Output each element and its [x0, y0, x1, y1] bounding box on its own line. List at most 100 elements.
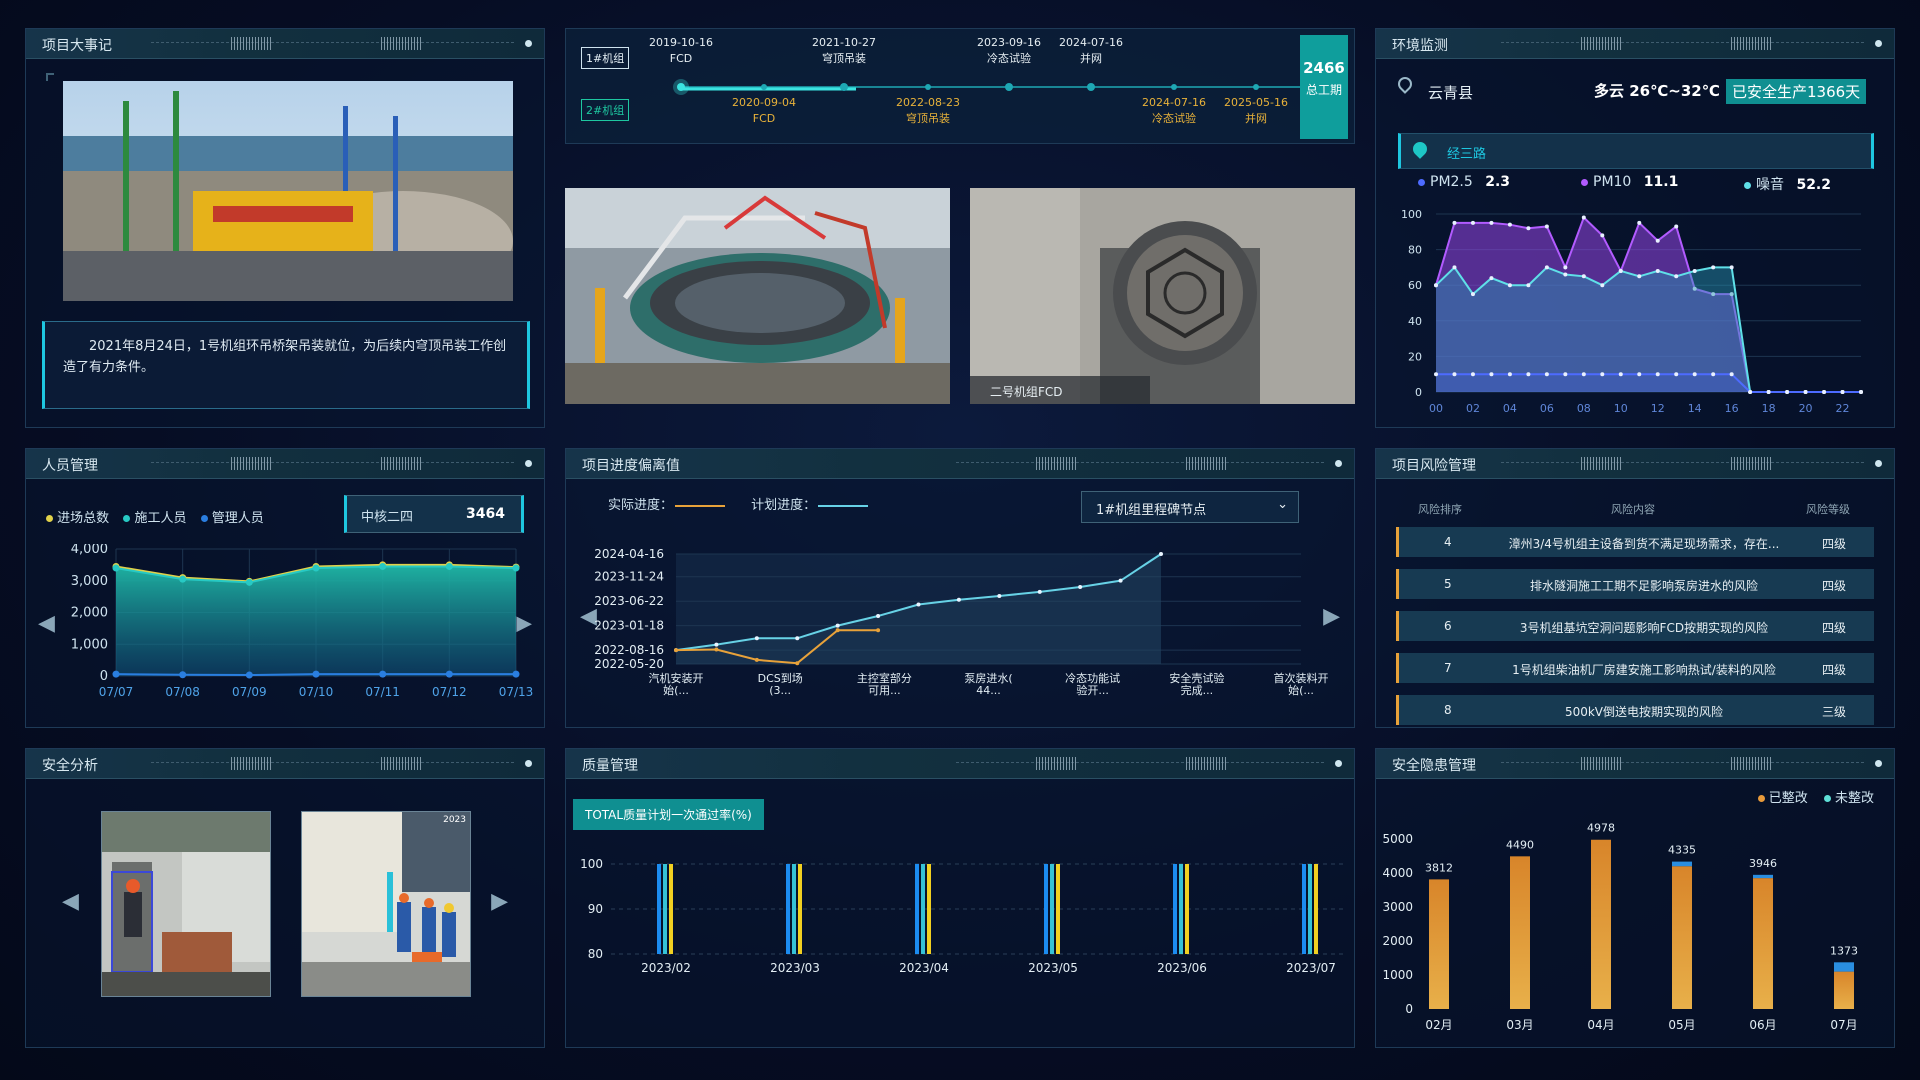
data-point [1507, 372, 1512, 377]
x-tick-label: 14 [1688, 402, 1702, 415]
event-caption: 2021年8月24日，1号机组环吊桥架吊装就位，为后续内穹顶吊装工作创造了有力条… [63, 339, 507, 375]
photo-construction-dome[interactable] [565, 188, 950, 404]
x-tick-label: 泵房进水(44... [964, 672, 1012, 697]
header-content: 风险内容 [1611, 503, 1655, 516]
camera-feed-2[interactable]: 2023 [301, 811, 471, 997]
y-tick-label: 100 [580, 857, 603, 871]
risk-row[interactable]: 6 3号机组基坑空洞问题影响FCD按期实现的风险 四级 [1396, 611, 1874, 641]
risk-row[interactable]: 8 500kV倒送电按期实现的风险 三级 [1396, 695, 1874, 725]
bar-label: 3812 [1425, 861, 1453, 874]
pm10-reading: PM10 11.1 [1581, 174, 1678, 190]
x-tick-label: 主控室部分可用... [857, 671, 912, 697]
data-point [1803, 390, 1808, 394]
data-point [1526, 283, 1531, 288]
quality-bar [1302, 864, 1306, 954]
x-tick-line: 始(... [1288, 683, 1314, 697]
quality-bar [927, 864, 931, 954]
quality-bar [921, 864, 925, 954]
milestone-dot [1005, 83, 1013, 91]
x-tick-label: 2023/06 [1157, 961, 1207, 975]
pm25-label: PM2.5 [1430, 174, 1473, 190]
data-point [1729, 372, 1734, 377]
pass-rate-button[interactable]: TOTAL质量计划一次通过率(%) [573, 799, 764, 830]
status-dot [1875, 460, 1882, 467]
data-point [1507, 283, 1512, 288]
data-point [512, 564, 520, 572]
actual-point [674, 648, 678, 653]
y-tick-label: 2023-06-22 [594, 594, 664, 608]
plan-point [1159, 552, 1163, 556]
legend-dot-icon [123, 515, 131, 522]
noise-label: 噪音 [1756, 177, 1784, 193]
milestone-select[interactable]: 1#机组里程碑节点 ⌄ [1081, 491, 1299, 523]
plan-point [1118, 578, 1123, 583]
x-tick-label: 10 [1614, 402, 1628, 415]
todo-bar [1672, 861, 1692, 867]
risk-level: 三级 [1821, 705, 1846, 719]
risk-row[interactable]: 5 排水隧洞施工工期不足影响泵房进水的风险 四级 [1396, 569, 1874, 599]
bar-label: 4335 [1668, 844, 1696, 857]
data-point [445, 562, 453, 570]
quality-panel: 质量管理 TOTAL质量计划一次通过率(%) 80 90 100 2023/02 202… [565, 748, 1355, 1048]
actual-point [754, 657, 759, 662]
milestone-label: 2025-05-16 并网 [1224, 96, 1288, 125]
y-tick-label: 2024-04-16 [594, 547, 664, 561]
data-point [1434, 372, 1438, 377]
milestone-dot [761, 84, 767, 90]
milestone-label: 2024-07-16 并网 [1059, 36, 1123, 65]
prev-arrow-icon[interactable]: ◀ [62, 889, 79, 914]
data-point [1563, 272, 1568, 277]
x-tick-label: 08 [1577, 402, 1591, 415]
data-point [1711, 372, 1716, 377]
milestone-label: 2019-10-16 FCD [649, 36, 713, 65]
plan-point [795, 636, 800, 641]
risk-row[interactable]: 7 1号机组柴油机厂房建安施工影响热试/装料的风险 四级 [1396, 653, 1874, 683]
panel-title: 环境监测 [1392, 38, 1448, 54]
milestone-label: 2020-09-04 FCD [732, 96, 796, 125]
company-count: 3464 [466, 506, 505, 522]
quality-bar [1050, 864, 1054, 954]
actual-point [835, 628, 840, 633]
x-tick-label: 04月 [1587, 1018, 1614, 1032]
data-point [1544, 224, 1549, 229]
station-name: 经三路 [1447, 147, 1487, 162]
risk-row[interactable]: 4 漳州3/4号机组主设备到货不满足现场需求，存在... 四级 [1396, 527, 1874, 557]
y-tick-label: 1000 [1382, 968, 1413, 982]
data-point [1692, 268, 1697, 273]
legend-managers: 管理人员 [211, 511, 264, 526]
data-point [1507, 222, 1512, 227]
env-chart: 0 20 40 60 80 100 00 02 04 06 08 10 12 14 16 18 20 22 [1401, 208, 1863, 415]
data-point [312, 670, 320, 678]
progress-legend: 实际进度： 计划进度： [608, 494, 869, 513]
panel-header: 安全分析 [26, 749, 544, 779]
crane-photo[interactable] [63, 81, 513, 301]
x-tick-line: 冷态功能试 [1065, 671, 1120, 685]
photo-unit2-fcd[interactable]: 二号机组FCD [970, 188, 1355, 404]
x-tick-line: 安全壳试验 [1169, 671, 1224, 685]
station-selector[interactable]: 经三路 [1398, 133, 1874, 169]
data-point [512, 670, 520, 678]
x-tick-label: 07/08 [165, 685, 200, 699]
data-point [1655, 268, 1660, 273]
y-tick-label: 80 [1408, 244, 1422, 257]
data-point [1581, 215, 1586, 220]
risk-content: 1号机组柴油机厂房建安施工影响热试/装料的风险 [1512, 663, 1776, 677]
company-box[interactable]: 中核二四 3464 [344, 495, 524, 533]
pm25-value: 2.3 [1485, 174, 1511, 190]
map-marker-icon [1410, 139, 1430, 159]
bar-label: 4978 [1587, 822, 1615, 835]
legend-plan: 计划进度： [751, 498, 817, 513]
camera-feed-1[interactable] [101, 811, 271, 997]
data-point [1618, 372, 1623, 377]
next-arrow-icon[interactable]: ▶ [491, 889, 508, 914]
camera-timestamp: 2023 [443, 815, 466, 825]
plan-line-icon [818, 504, 869, 507]
legend-todo: 未整改 [1834, 791, 1874, 806]
plan-point [997, 593, 1002, 598]
data-point [1785, 390, 1790, 394]
x-tick-label: 18 [1762, 402, 1776, 415]
todo-bar [1834, 962, 1854, 972]
milestone-label: 2024-07-16 冷态试验 [1142, 96, 1206, 125]
risk-level: 四级 [1821, 537, 1846, 551]
quality-bar [1185, 864, 1189, 954]
